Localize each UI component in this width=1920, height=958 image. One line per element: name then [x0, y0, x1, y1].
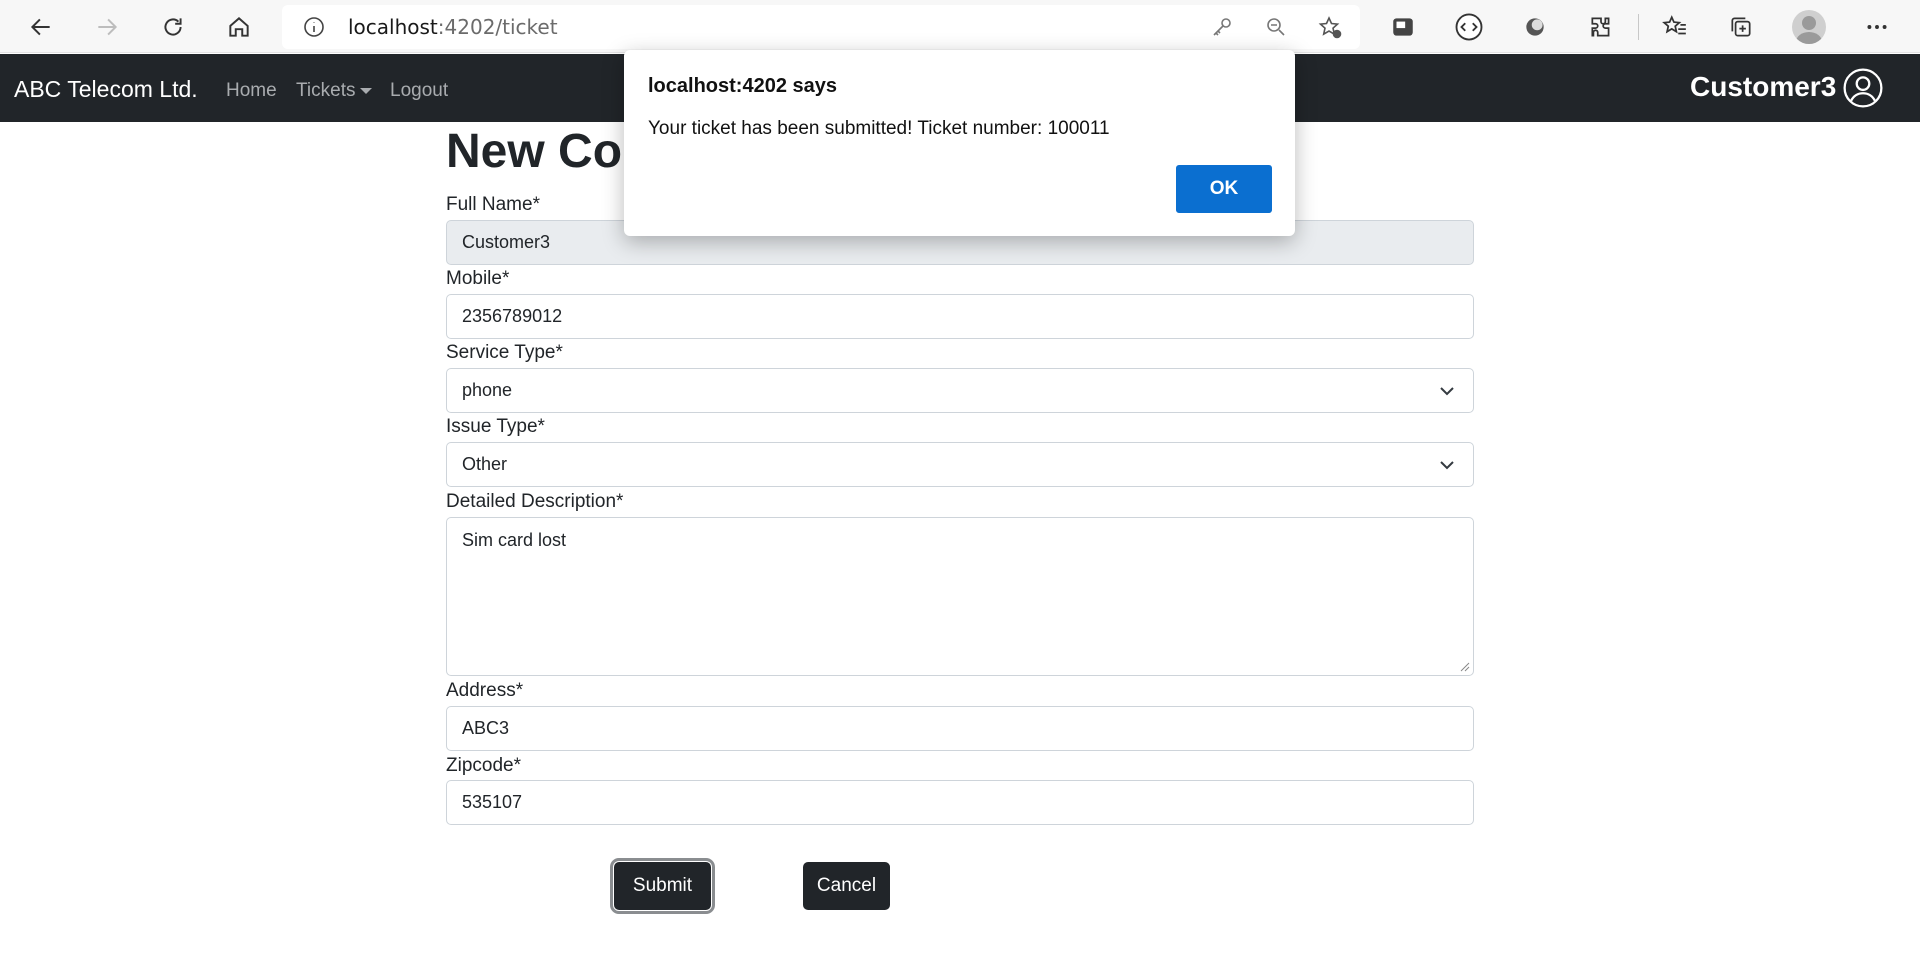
service-type-label: Service Type* — [446, 342, 563, 363]
dialog-ok-button[interactable]: OK — [1176, 165, 1272, 213]
dialog-title: localhost:4202 says — [648, 75, 837, 97]
dialog-message: Your ticket has been submitted! Ticket n… — [648, 118, 1110, 139]
address-field[interactable]: ABC3 — [446, 706, 1474, 751]
app-icon[interactable] — [1388, 12, 1418, 42]
key-icon[interactable] — [1210, 15, 1234, 39]
forward-icon[interactable] — [88, 8, 126, 46]
zipcode-label: Zipcode* — [446, 755, 521, 776]
more-menu-icon[interactable] — [1862, 12, 1892, 42]
code-extension-icon[interactable] — [1454, 12, 1484, 42]
mobile-label: Mobile* — [446, 268, 510, 289]
resize-handle-icon[interactable] — [1458, 660, 1470, 672]
address-label: Address* — [446, 680, 524, 701]
page-title: New Co — [446, 125, 623, 178]
address-bar[interactable]: localhost:4202/ticket — [282, 5, 1360, 49]
full-name-label: Full Name* — [446, 194, 540, 215]
chevron-down-icon — [1440, 461, 1454, 470]
browser-toolbar: localhost:4202/ticket — [0, 0, 1920, 53]
description-value: Sim card lost — [462, 530, 567, 550]
description-textarea[interactable]: Sim card lost — [446, 517, 1474, 676]
user-circle-icon[interactable] — [1842, 67, 1884, 109]
nav-tickets-dropdown[interactable]: Tickets — [296, 80, 373, 102]
nav-logout[interactable]: Logout — [390, 80, 448, 102]
add-favorite-icon[interactable] — [1318, 15, 1342, 39]
home-icon[interactable] — [220, 8, 258, 46]
brand-logo[interactable]: ABC Telecom Ltd. — [14, 76, 198, 103]
profile-avatar[interactable] — [1792, 10, 1826, 44]
mobile-field[interactable]: 2356789012 — [446, 294, 1474, 339]
nav-home[interactable]: Home — [226, 80, 277, 102]
favorites-icon[interactable] — [1660, 12, 1690, 42]
chevron-down-icon — [1440, 387, 1454, 396]
user-name: Customer3 — [1690, 71, 1837, 102]
issue-type-select[interactable]: Other — [446, 442, 1474, 487]
circle-extension-icon[interactable] — [1520, 12, 1550, 42]
toolbar-separator — [1638, 14, 1639, 40]
collections-icon[interactable] — [1726, 12, 1756, 42]
service-type-select[interactable]: phone — [446, 368, 1474, 413]
info-icon[interactable] — [302, 15, 326, 39]
issue-type-label: Issue Type* — [446, 416, 545, 437]
caret-down-icon — [360, 87, 373, 94]
description-label: Detailed Description* — [446, 491, 624, 512]
zipcode-field[interactable]: 535107 — [446, 780, 1474, 825]
issue-type-value: Other — [462, 454, 508, 474]
cancel-button[interactable]: Cancel — [803, 862, 890, 910]
service-type-value: phone — [462, 380, 513, 400]
submit-button[interactable]: Submit — [610, 858, 715, 914]
back-icon[interactable] — [22, 8, 60, 46]
extensions-icon[interactable] — [1586, 12, 1616, 42]
refresh-icon[interactable] — [154, 8, 192, 46]
url-text[interactable]: localhost:4202/ticket — [348, 15, 558, 39]
nav-tickets-label: Tickets — [296, 80, 356, 101]
zoom-out-icon[interactable] — [1264, 15, 1288, 39]
alert-dialog: localhost:4202 says Your ticket has been… — [624, 50, 1295, 236]
